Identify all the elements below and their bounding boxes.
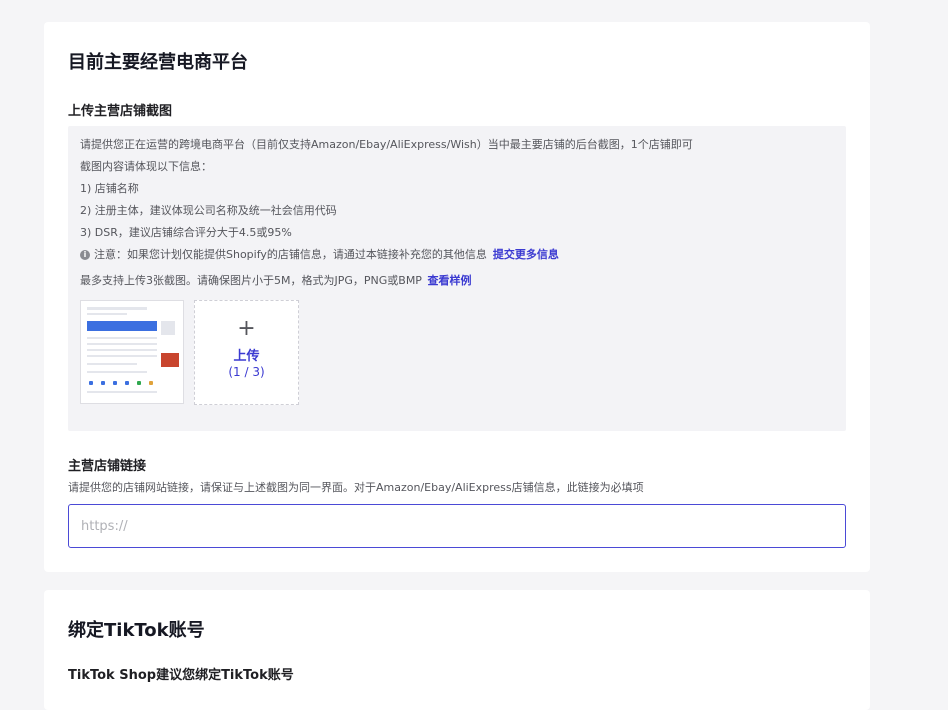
uploaded-screenshot-thumbnail[interactable]	[80, 300, 184, 404]
info-icon: i	[80, 250, 90, 260]
store-link-label: 主营店铺链接	[68, 459, 147, 474]
upload-label: 上传	[233, 349, 260, 364]
submit-more-info-link[interactable]: 提交更多信息	[493, 248, 559, 262]
info-line-1: 请提供您正在运营的跨境电商平台（目前仅支持Amazon/Ebay/AliExpr…	[80, 138, 693, 151]
screenshot-info-box: 请提供您正在运营的跨境电商平台（目前仅支持Amazon/Ebay/AliExpr…	[68, 126, 846, 431]
info-line-2: 截图内容请体现以下信息：	[80, 160, 212, 173]
shopify-note-text: 注意：如果您计划仅能提供Shopify的店铺信息，请通过本链接补充您的其他信息	[94, 248, 487, 261]
upload-hint-text: 最多支持上传3张截图。请确保图片小于5M，格式为JPG，PNG或BMP	[80, 274, 422, 287]
info-line-3: 1) 店铺名称	[80, 182, 139, 195]
upload-count: (1 / 3)	[228, 365, 265, 379]
store-link-helper: 请提供您的店铺网站链接，请保证与上述截图为同一界面。对于Amazon/Ebay/…	[68, 481, 644, 494]
plus-icon: +	[237, 316, 256, 341]
upload-screenshot-button[interactable]: + 上传 (1 / 3)	[194, 300, 299, 405]
upload-hint: 最多支持上传3张截图。请确保图片小于5M，格式为JPG，PNG或BMP 查看样例	[80, 274, 471, 288]
info-line-5: 3) DSR，建议店铺综合评分大于4.5或95%	[80, 226, 292, 239]
tiktok-subtitle: TikTok Shop建议您绑定TikTok账号	[68, 668, 294, 683]
info-line-4: 2) 注册主体，建议体现公司名称及统一社会信用代码	[80, 204, 337, 217]
store-link-input[interactable]	[68, 504, 846, 548]
platform-card: 目前主要经营电商平台 上传主营店铺截图 请提供您正在运营的跨境电商平台（目前仅支…	[44, 22, 870, 572]
screenshot-upload-label: 上传主营店铺截图	[68, 104, 173, 119]
shopify-note: i 注意：如果您计划仅能提供Shopify的店铺信息，请通过本链接补充您的其他信…	[80, 248, 559, 262]
tiktok-card: 绑定TikTok账号 TikTok Shop建议您绑定TikTok账号	[44, 590, 870, 710]
platform-section-title: 目前主要经营电商平台	[68, 52, 248, 73]
view-sample-link[interactable]: 查看样例	[427, 274, 471, 287]
tiktok-section-title: 绑定TikTok账号	[68, 620, 205, 641]
